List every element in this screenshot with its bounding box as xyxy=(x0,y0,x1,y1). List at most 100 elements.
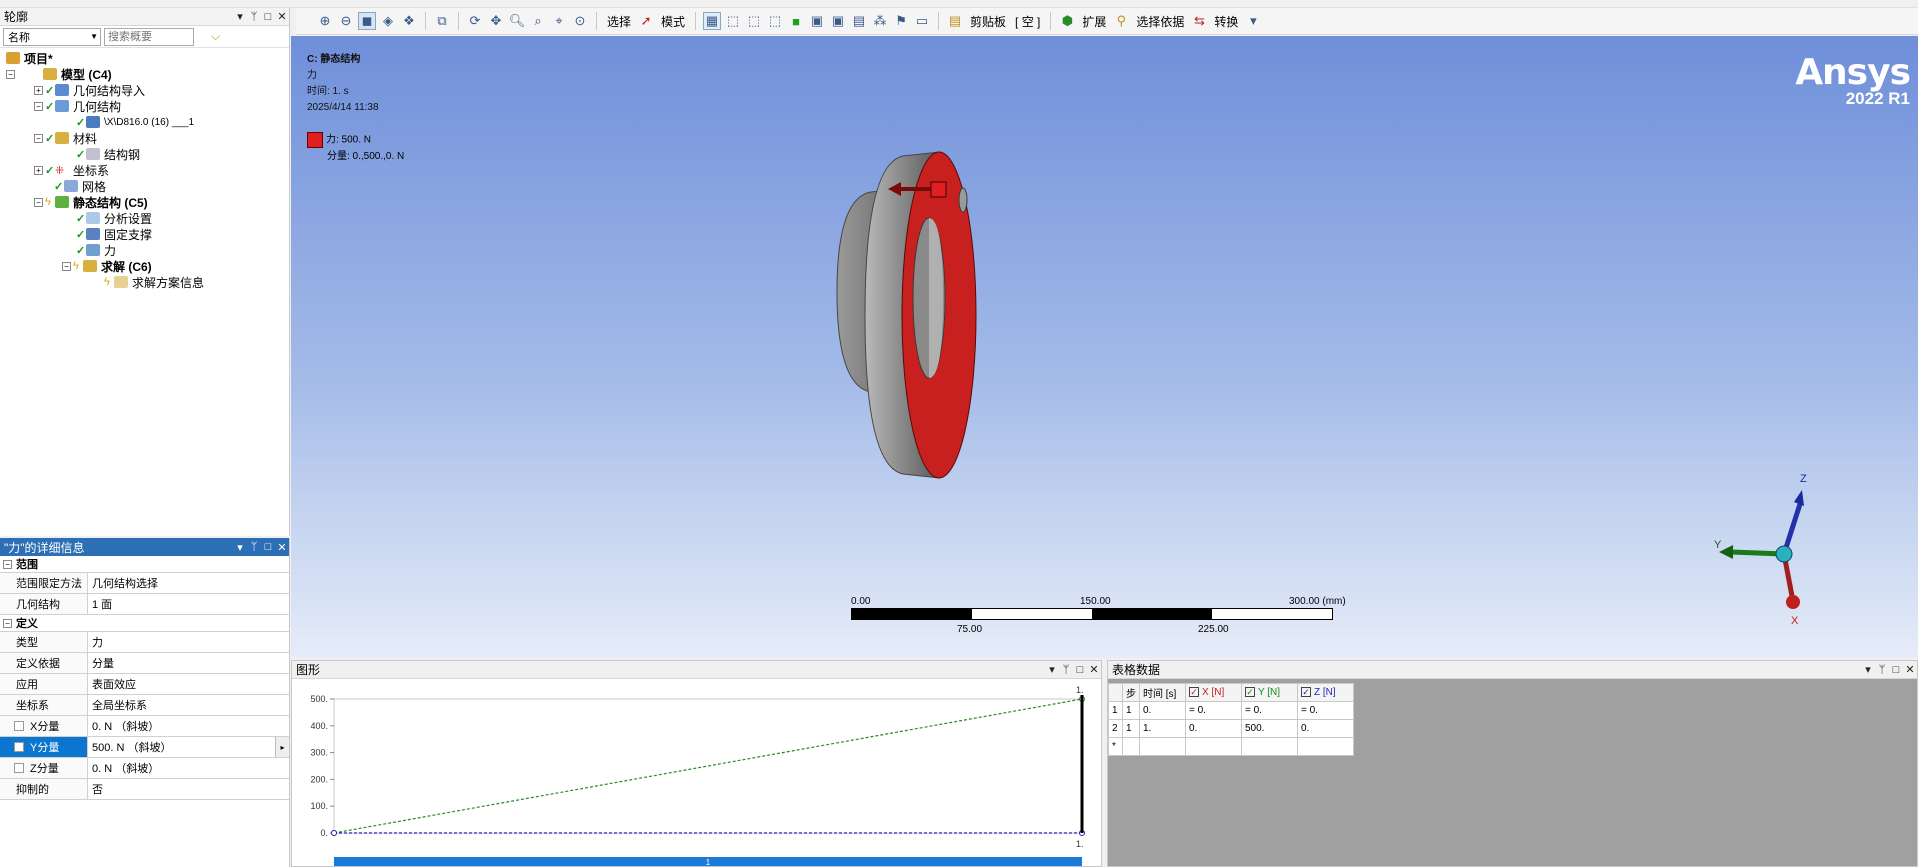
table-row[interactable]: 2 1 1. 0. 500. 0. xyxy=(1108,719,1354,738)
clipboard-menu[interactable]: 剪贴板 xyxy=(967,13,1009,30)
tree-item-force[interactable]: ✓ 力 xyxy=(6,242,289,258)
group-definition[interactable]: − 定义 xyxy=(0,615,289,632)
flange-part[interactable] xyxy=(836,151,977,479)
select-node-icon[interactable]: ■ xyxy=(787,12,805,30)
table-row[interactable]: 1 1 0. = 0. = 0. = 0. xyxy=(1108,701,1354,720)
tree-item-mesh[interactable]: ✓ 网格 xyxy=(6,178,289,194)
cursor-icon[interactable]: ➚ xyxy=(637,12,655,30)
label-icon[interactable]: ⚑ xyxy=(892,12,910,30)
convert-menu[interactable]: 转换 xyxy=(1211,13,1241,30)
zoom-out-icon[interactable]: ⊖ xyxy=(337,12,355,30)
select-vertex-icon[interactable]: ▦ xyxy=(703,12,722,30)
maximize-icon[interactable]: □ xyxy=(261,541,275,553)
cube-view-icon[interactable]: ◼ xyxy=(358,12,376,30)
tree-item-fixed-support[interactable]: ✓ 固定支撑 xyxy=(6,226,289,242)
display-icon[interactable]: ❖ xyxy=(400,12,418,30)
search-box[interactable] xyxy=(104,27,194,46)
table-new-row[interactable]: * xyxy=(1108,737,1354,756)
prop-coordinate-system[interactable]: 坐标系 全局坐标系 xyxy=(0,695,289,716)
graphics-viewport[interactable]: C: 静态结构 力 时间: 1. s 2025/4/14 11:38 力: 50… xyxy=(291,36,1918,658)
expand-icon[interactable]: + xyxy=(34,85,43,95)
force-time-chart[interactable]: 500. 400. 300. 200. 100. 0. 1. 1. 1 xyxy=(292,679,1101,866)
prop-suppressed[interactable]: 抑制的 否 xyxy=(0,779,289,800)
pin-icon[interactable]: ᛘ xyxy=(247,11,261,23)
prop-value[interactable]: 几何结构选择 xyxy=(88,573,289,593)
collapse-icon[interactable]: − xyxy=(62,261,71,271)
sparkle-icon[interactable]: ⁂ xyxy=(871,12,889,30)
prop-applied-by[interactable]: 应用 表面效应 xyxy=(0,674,289,695)
prop-type[interactable]: 类型 力 xyxy=(0,632,289,653)
table-cell[interactable]: 0. xyxy=(1185,719,1242,738)
wireframe-icon[interactable]: ◈ xyxy=(379,12,397,30)
close-icon[interactable]: ✕ xyxy=(1903,663,1917,676)
search-input[interactable] xyxy=(105,28,193,45)
parameter-checkbox[interactable] xyxy=(14,721,24,731)
pin-icon[interactable]: ᛘ xyxy=(1059,664,1073,676)
maximize-icon[interactable]: □ xyxy=(1889,664,1903,676)
select-body-icon[interactable]: ⬚ xyxy=(766,12,784,30)
select-by-menu[interactable]: 选择依据 xyxy=(1133,13,1187,30)
table-cell[interactable]: 0. xyxy=(1139,701,1186,720)
tree-item-body[interactable]: ✓ \X\D816.0 (16) ___1 xyxy=(6,114,289,130)
select-mesh-icon[interactable]: ▤ xyxy=(850,12,868,30)
tree-item-coordinate-systems[interactable]: + ✓ ⁜ 坐标系 xyxy=(6,162,289,178)
prop-scoping-method[interactable]: 范围限定方法 几何结构选择 xyxy=(0,573,289,594)
tree-item-structural-steel[interactable]: ✓ 结构钢 xyxy=(6,146,289,162)
zoom-fit-icon[interactable]: ⌖ xyxy=(550,12,568,30)
tree-item-analysis-settings[interactable]: ✓ 分析设置 xyxy=(6,210,289,226)
tree-item-materials[interactable]: − ✓ 材料 xyxy=(6,130,289,146)
model-canvas[interactable]: Z Y X xyxy=(291,36,1918,658)
collapse-icon[interactable]: − xyxy=(6,69,15,79)
expand-icon[interactable]: + xyxy=(34,165,43,175)
prop-value[interactable]: 力 xyxy=(88,632,289,652)
table-cell[interactable]: 1. xyxy=(1139,719,1186,738)
parameter-checkbox[interactable] xyxy=(14,742,24,752)
pan-icon[interactable]: ✥ xyxy=(487,12,505,30)
mode-menu[interactable]: 模式 xyxy=(658,13,688,30)
dropdown-icon[interactable]: ▾ xyxy=(233,541,247,554)
parameter-checkbox[interactable] xyxy=(14,763,24,773)
prop-geometry[interactable]: 几何结构 1 面 xyxy=(0,594,289,615)
zoom-box-icon[interactable]: ⌕ xyxy=(529,12,547,30)
magnifier-icon[interactable]: ⊙ xyxy=(571,12,589,30)
tree-item-solution-info[interactable]: ϟ 求解方案信息 xyxy=(6,274,289,290)
prop-value[interactable]: 0. N （斜坡） xyxy=(88,758,289,778)
pin-icon[interactable]: ᛘ xyxy=(247,541,261,553)
collapse-icon[interactable]: − xyxy=(3,618,12,628)
prop-value[interactable]: 分量 xyxy=(88,653,289,673)
table-cell[interactable]: 0. xyxy=(1297,719,1354,738)
table-cell[interactable]: = 0. xyxy=(1241,701,1298,720)
maximize-icon[interactable]: □ xyxy=(1073,664,1087,676)
prop-define-by[interactable]: 定义依据 分量 xyxy=(0,653,289,674)
extend-menu[interactable]: 扩展 xyxy=(1079,13,1109,30)
tree-item-model[interactable]: − 模型 (C4) xyxy=(6,66,289,82)
tree-item-static-structural[interactable]: − ϟ 静态结构 (C5) xyxy=(6,194,289,210)
column-checkbox[interactable]: ✓ xyxy=(1301,687,1311,697)
column-checkbox[interactable]: ✓ xyxy=(1245,687,1255,697)
filter-dropdown[interactable]: 名称 ▼ xyxy=(3,27,101,46)
tree-item-geometry-import[interactable]: + ✓ 几何结构导入 xyxy=(6,82,289,98)
prop-x-component[interactable]: X分量 0. N （斜坡） xyxy=(0,716,289,737)
prop-z-component[interactable]: Z分量 0. N （斜坡） xyxy=(0,758,289,779)
collapse-icon[interactable]: − xyxy=(34,197,43,207)
flyout-arrow-icon[interactable]: ▸ xyxy=(275,737,289,757)
zoom-in-icon[interactable]: ⊕ xyxy=(316,12,334,30)
filter-icon[interactable]: ⌵ xyxy=(211,29,220,44)
table-cell[interactable]: 1 xyxy=(1122,701,1140,720)
collapse-icon[interactable]: − xyxy=(3,559,12,569)
dropdown-icon[interactable]: ▾ xyxy=(1045,663,1059,676)
table-cell[interactable]: = 0. xyxy=(1297,701,1354,720)
close-icon[interactable]: ✕ xyxy=(275,541,289,554)
dropdown-icon[interactable]: ▾ xyxy=(1861,663,1875,676)
select-element-icon[interactable]: ▣ xyxy=(829,12,847,30)
data-table[interactable]: 步 时间 [s] ✓ X [N] ✓ Y [N] ✓ Z [N] 1 1 0. = 0… xyxy=(1108,683,1354,756)
table-cell[interactable]: = 0. xyxy=(1185,701,1242,720)
collapse-icon[interactable]: − xyxy=(34,133,43,143)
prop-value[interactable]: 1 面 xyxy=(88,594,289,614)
prop-value[interactable]: 否 xyxy=(88,779,289,799)
select-edge-icon[interactable]: ⬚ xyxy=(724,12,742,30)
section-icon[interactable]: ⧉ xyxy=(433,12,451,30)
comment-icon[interactable]: ▭ xyxy=(913,12,931,30)
table-cell[interactable]: 500. xyxy=(1241,719,1298,738)
prop-value[interactable]: 0. N （斜坡） xyxy=(88,716,289,736)
